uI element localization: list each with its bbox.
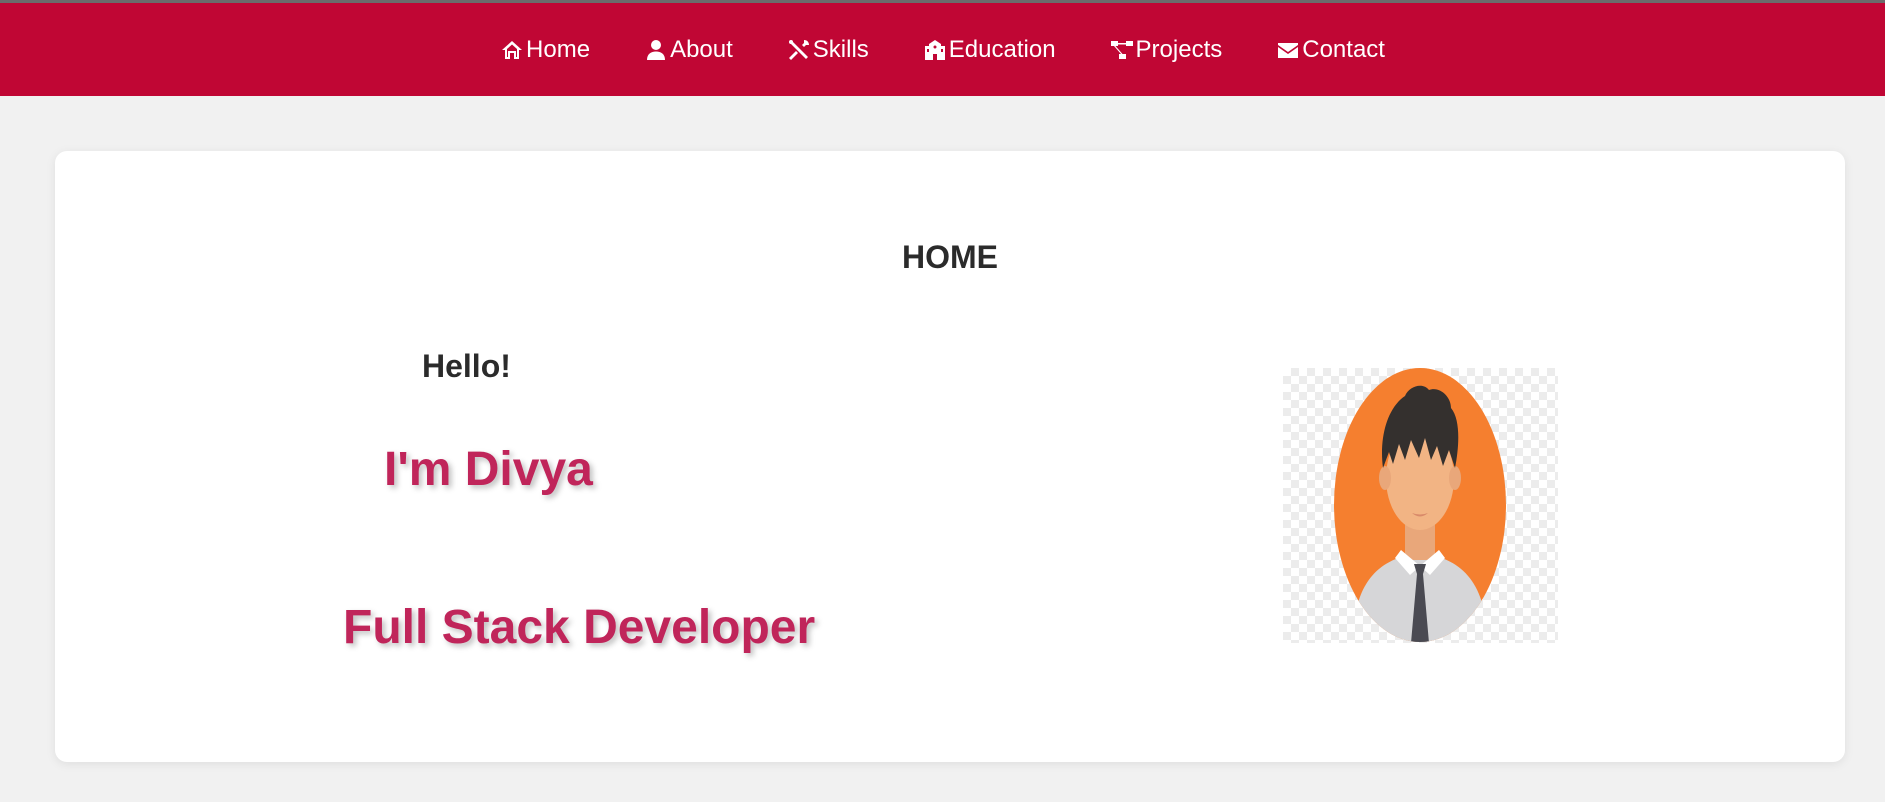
project-diagram-icon [1110,40,1133,59]
school-icon [924,39,945,60]
nav-item-education[interactable]: Education [923,36,1056,64]
nav-item-contact[interactable]: Contact [1276,36,1385,64]
user-icon [647,39,666,60]
section-title: HOME [902,239,998,275]
nav-label-home: Home [526,35,591,63]
nav-item-projects[interactable]: Projects [1110,35,1223,64]
nav-item-home[interactable]: Home [500,36,590,64]
navbar: Home About Skills Education Projects Con… [0,3,1885,96]
nav-label-projects: Projects [1135,35,1223,63]
home-icon [502,40,523,59]
nav-label-education: Education [948,35,1056,63]
nav-item-about[interactable]: About [644,36,733,64]
greeting-text: Hello! [422,348,511,384]
role-heading: Full Stack Developer [343,601,816,654]
nav-label-skills: Skills [812,35,869,63]
nav-label-about: About [670,35,733,63]
profile-image [1283,368,1558,643]
name-heading: I'm Divya [384,443,593,496]
tools-icon [788,39,809,60]
male-avatar-icon [1334,368,1506,642]
nav-item-skills[interactable]: Skills [787,36,869,64]
envelope-icon [1278,42,1299,58]
home-section-card: HOME Hello! I'm Divya Full Stack Develop… [55,151,1845,762]
nav-label-contact: Contact [1302,35,1385,63]
